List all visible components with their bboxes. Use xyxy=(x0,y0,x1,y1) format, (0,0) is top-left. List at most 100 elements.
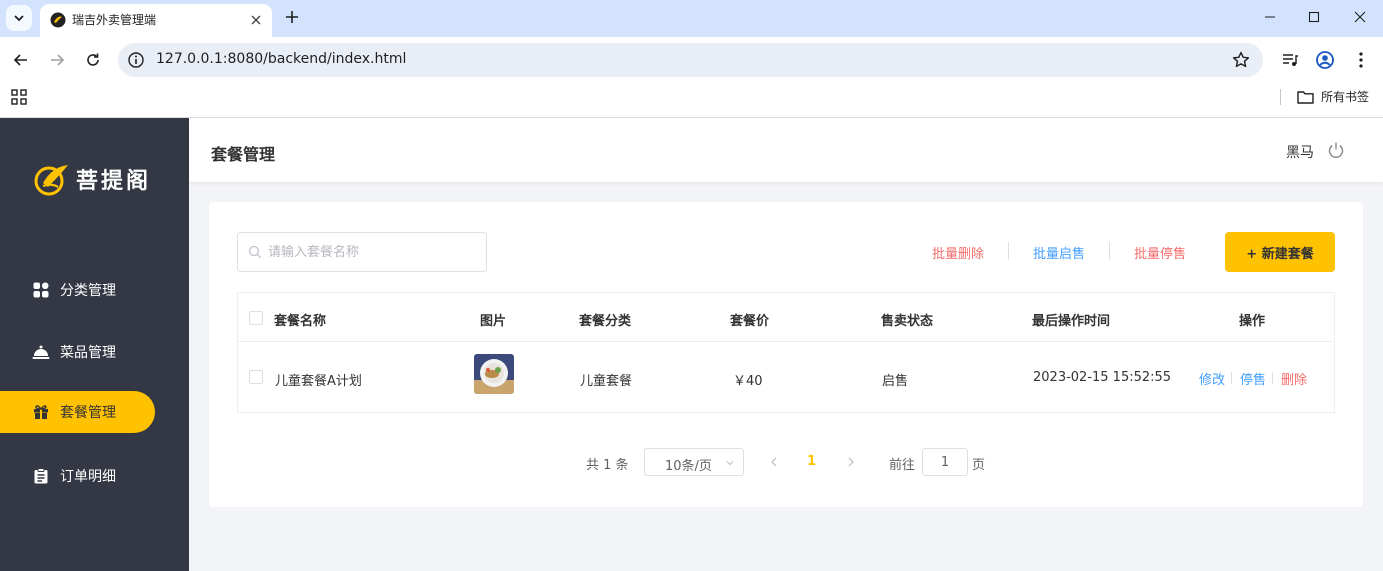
column-header: 套餐价 xyxy=(730,314,770,329)
batch-divider xyxy=(1109,242,1110,260)
all-bookmarks-button[interactable]: 所有书签 xyxy=(1297,88,1369,105)
folder-icon xyxy=(1297,90,1314,104)
batch-delete-button[interactable]: 批量删除 xyxy=(932,243,984,262)
page-size-value: 10条/页 xyxy=(665,459,712,474)
browser-tabstrip: 瑞吉外卖管理端 xyxy=(0,0,1383,37)
close-icon xyxy=(1354,11,1366,23)
search-box xyxy=(237,232,487,272)
chevron-right-icon[interactable] xyxy=(844,455,858,469)
sidebar-item-dish[interactable]: 菜品管理 xyxy=(0,331,189,373)
tab-close-button[interactable] xyxy=(248,12,264,28)
minimize-icon xyxy=(1265,16,1275,18)
batch-disable-button[interactable]: 批量停售 xyxy=(1134,243,1186,262)
disable-button[interactable]: 停售 xyxy=(1240,369,1266,388)
app-header: 套餐管理 黑马 xyxy=(189,118,1383,182)
playlist-icon xyxy=(1283,54,1298,66)
sidebar-item-label: 菜品管理 xyxy=(60,345,116,361)
column-header: 最后操作时间 xyxy=(1032,314,1111,329)
info-icon[interactable] xyxy=(127,51,145,69)
arrow-left-icon xyxy=(13,54,27,66)
app-favicon-icon xyxy=(50,12,66,28)
logo-text: 菩提阁 xyxy=(76,169,152,194)
setmeal-price: ￥40 xyxy=(733,374,763,389)
forward-button[interactable] xyxy=(45,48,69,72)
window-close-button[interactable] xyxy=(1345,4,1375,30)
all-bookmarks-label: 所有书签 xyxy=(1321,90,1370,104)
new-tab-button[interactable] xyxy=(281,6,303,28)
goto-page-input[interactable] xyxy=(922,448,968,476)
pagination: 共 1 条 10条/页 1 前往 页 xyxy=(209,448,1363,476)
back-button[interactable] xyxy=(9,48,33,72)
power-icon[interactable] xyxy=(1327,141,1345,159)
gift-icon xyxy=(32,403,50,421)
account-icon xyxy=(1316,51,1334,69)
edit-button[interactable]: 修改 xyxy=(1199,369,1225,388)
table-header: 套餐名称 图片 套餐分类 套餐价 售卖状态 最后操作时间 操作 xyxy=(238,293,1334,342)
logo-mark-icon xyxy=(34,165,68,196)
tab-search-button[interactable] xyxy=(6,5,32,31)
category-grid-icon xyxy=(32,281,50,299)
goto-label: 前往 xyxy=(889,458,916,473)
reload-icon xyxy=(87,53,99,66)
batch-enable-button[interactable]: 批量启售 xyxy=(1033,243,1085,262)
page-suffix: 页 xyxy=(972,458,986,473)
sidebar-item-label: 分类管理 xyxy=(60,283,116,299)
setmeal-card: 批量删除 批量启售 批量停售 + 新建套餐 套餐名称 图片 套餐分类 套餐价 售… xyxy=(209,202,1363,507)
column-header: 图片 xyxy=(480,314,507,329)
browser-menu-button[interactable] xyxy=(1350,49,1372,71)
maximize-icon xyxy=(1308,11,1320,23)
setmeal-image xyxy=(474,354,514,394)
address-bar[interactable]: 127.0.0.1:8080/backend/index.html xyxy=(118,43,1263,77)
row-checkbox[interactable] xyxy=(249,370,263,384)
setmeal-name: 儿童套餐A计划 xyxy=(275,374,362,389)
page-size-select[interactable]: 10条/页 xyxy=(644,448,744,476)
sidebar-item-label: 套餐管理 xyxy=(60,405,116,421)
sidebar: 菩提阁 分类管理 菜品管理 套餐管理 订单明细 xyxy=(0,118,189,571)
bookmarks-bar: 所有书签 xyxy=(0,83,1383,118)
arrow-right-icon xyxy=(51,54,65,66)
tab-title: 瑞吉外卖管理端 xyxy=(72,13,157,27)
more-vertical-icon xyxy=(1359,52,1363,68)
setmeal-status: 启售 xyxy=(882,374,909,389)
username: 黑马 xyxy=(1286,145,1314,161)
search-input[interactable] xyxy=(268,242,478,262)
delete-button[interactable]: 删除 xyxy=(1281,369,1307,388)
window-maximize-button[interactable] xyxy=(1299,4,1329,30)
new-setmeal-button[interactable]: + 新建套餐 xyxy=(1225,232,1335,272)
chevron-left-icon[interactable] xyxy=(767,455,781,469)
setmeal-table: 套餐名称 图片 套餐分类 套餐价 售卖状态 最后操作时间 操作 儿童套餐A计划 xyxy=(237,292,1335,413)
apps-grid-icon[interactable] xyxy=(11,89,27,105)
column-header: 操作 xyxy=(1239,314,1266,329)
sidebar-item-label: 订单明细 xyxy=(60,469,116,485)
media-control-button[interactable] xyxy=(1279,49,1301,71)
sidebar-item-category[interactable]: 分类管理 xyxy=(0,269,189,311)
bookmarks-divider xyxy=(1280,89,1281,105)
star-icon[interactable] xyxy=(1231,50,1251,70)
logo[interactable]: 菩提阁 xyxy=(34,161,151,197)
column-header: 售卖状态 xyxy=(881,314,934,329)
column-header: 套餐名称 xyxy=(274,314,327,329)
chevron-down-icon xyxy=(14,15,24,22)
window-minimize-button[interactable] xyxy=(1255,4,1285,30)
profile-button[interactable] xyxy=(1314,49,1336,71)
browser-toolbar: 127.0.0.1:8080/backend/index.html xyxy=(0,37,1383,83)
plus-icon xyxy=(286,11,298,23)
action-divider xyxy=(1231,372,1232,384)
sidebar-item-setmeal[interactable]: 套餐管理 xyxy=(0,391,155,433)
search-icon xyxy=(248,245,261,258)
total-count: 共 1 条 xyxy=(586,458,629,473)
select-all-checkbox[interactable] xyxy=(249,311,263,325)
sidebar-item-orders[interactable]: 订单明细 xyxy=(0,455,189,497)
page-number-current[interactable]: 1 xyxy=(807,454,816,469)
column-header: 套餐分类 xyxy=(579,314,632,329)
table-row: 儿童套餐A计划 儿童套餐 ￥40 启售 2023-02-15 15:52:55 … xyxy=(238,342,1334,412)
clipboard-icon xyxy=(32,467,50,485)
page-title: 套餐管理 xyxy=(211,145,276,164)
url-text: 127.0.0.1:8080/backend/index.html xyxy=(156,51,407,67)
close-icon xyxy=(251,15,261,25)
cloche-icon xyxy=(32,343,50,361)
browser-tab-active[interactable]: 瑞吉外卖管理端 xyxy=(40,4,272,37)
reload-button[interactable] xyxy=(81,48,105,72)
setmeal-updated-time: 2023-02-15 15:52:55 xyxy=(1033,370,1172,385)
setmeal-category: 儿童套餐 xyxy=(580,374,633,389)
